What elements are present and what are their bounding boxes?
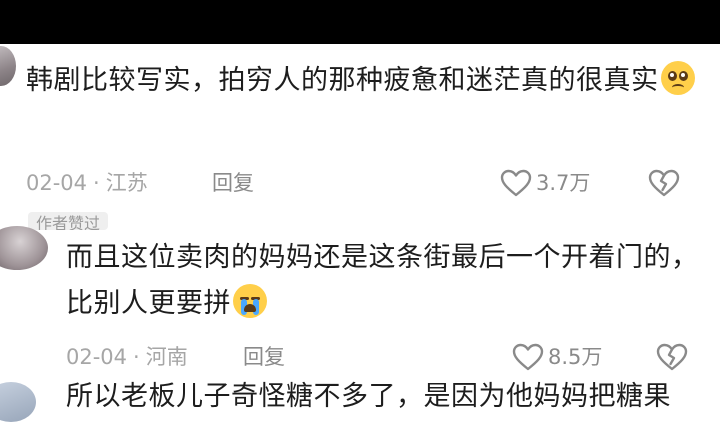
comment-meta: 02-04 · 江苏 — [26, 168, 148, 198]
dislike-button[interactable] — [648, 169, 680, 197]
like-count: 3.7万 — [536, 171, 591, 195]
comment-meta: 02-04 · 河南 — [66, 342, 188, 372]
author-liked-badge: 作者赞过 — [28, 212, 109, 230]
dislike-button[interactable] — [656, 343, 688, 371]
comment-date: 02-04 — [66, 345, 128, 369]
reply-button[interactable]: 回复 — [212, 168, 254, 198]
comment-body: 所以老板儿子奇怪糖不多了，是因为他妈妈把糖果 — [66, 381, 671, 412]
top-bar — [0, 0, 720, 44]
reply-button[interactable]: 回复 — [243, 342, 285, 372]
comment-text: 韩剧比较写实，拍穷人的那种疲惫和迷茫真的很真实 — [26, 58, 706, 104]
like-count: 8.5万 — [548, 345, 603, 369]
meta-separator: · — [93, 171, 100, 195]
meta-separator: · — [133, 345, 140, 369]
like-button[interactable]: 3.7万 — [500, 168, 590, 198]
broken-heart-icon — [656, 343, 688, 371]
avatar[interactable] — [0, 46, 16, 86]
comment-date: 02-04 — [26, 171, 88, 195]
comment-location: 河南 — [145, 345, 188, 369]
avatar[interactable] — [0, 382, 36, 422]
pleading-face-emoji-icon — [660, 61, 695, 95]
comment-body: 而且这位卖肉的妈妈还是这条街最后一个开着门的，比别人更要拼 — [66, 242, 699, 319]
avatar[interactable] — [0, 226, 48, 270]
comment-body: 韩剧比较写实，拍穷人的那种疲惫和迷茫真的很真实 — [26, 65, 659, 96]
like-button[interactable]: 8.5万 — [512, 342, 602, 372]
heart-outline-icon — [512, 343, 544, 371]
comment-location: 江苏 — [105, 171, 148, 195]
loudly-crying-face-emoji-icon — [233, 284, 267, 318]
heart-outline-icon — [500, 169, 532, 197]
comment-text: 而且这位卖肉的妈妈还是这条街最后一个开着门的，比别人更要拼 — [66, 235, 706, 327]
comment-text: 所以老板儿子奇怪糖不多了，是因为他妈妈把糖果 — [66, 374, 706, 420]
broken-heart-icon — [648, 169, 680, 197]
